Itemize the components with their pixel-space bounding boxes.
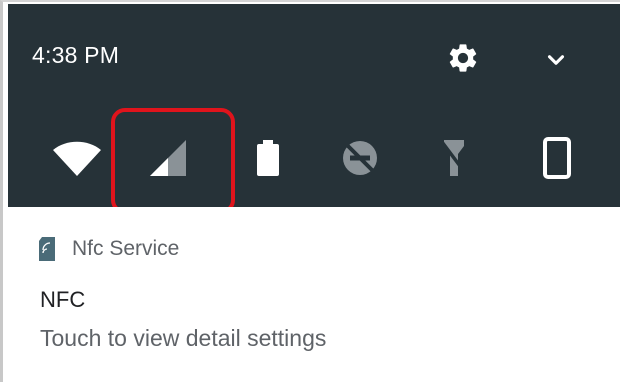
notification-text: Touch to view detail settings: [40, 325, 327, 351]
chevron-down-icon[interactable]: [536, 40, 576, 80]
notification-app-name: Nfc Service: [72, 237, 180, 260]
auto-rotate-icon[interactable]: [527, 128, 587, 188]
signal-highlight-box: [111, 108, 235, 214]
battery-icon[interactable]: [238, 128, 298, 188]
nfc-icon: [38, 236, 56, 262]
notification-app-row: Nfc Service: [38, 236, 179, 262]
nfc-notification-card[interactable]: [8, 207, 620, 382]
gear-icon[interactable]: [443, 38, 483, 78]
wifi-icon[interactable]: [47, 128, 107, 188]
notification-title: NFC: [40, 287, 86, 312]
flashlight-off-icon[interactable]: [424, 128, 484, 188]
do-not-disturb-off-icon[interactable]: [330, 128, 390, 188]
status-time: 4:38 PM: [32, 42, 120, 68]
